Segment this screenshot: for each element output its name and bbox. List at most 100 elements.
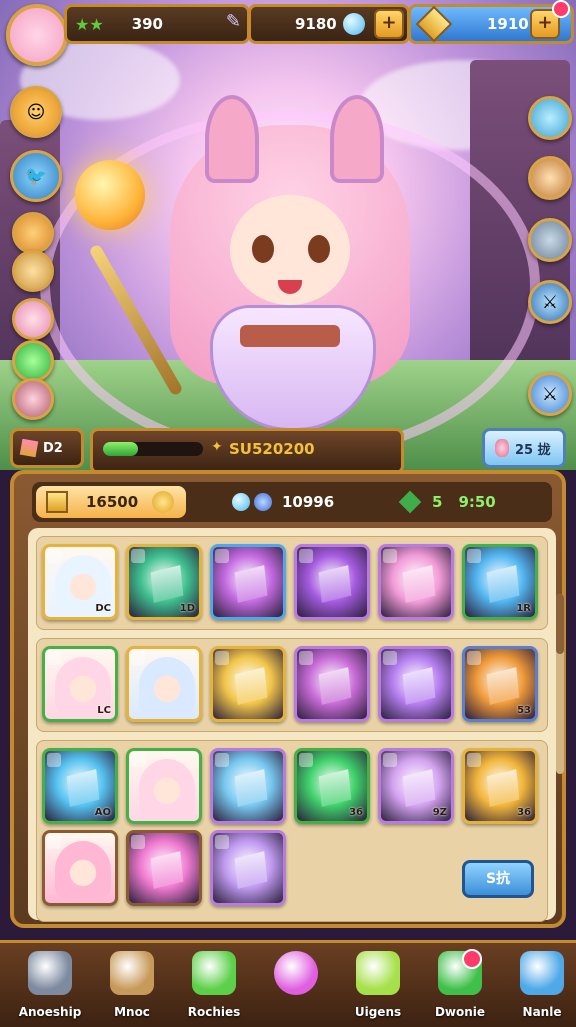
card-corner-badge xyxy=(383,549,397,563)
nav-item[interactable]: Dwonie xyxy=(414,947,506,1025)
pink-gem-button[interactable]: 25 拢 xyxy=(482,428,566,468)
card-corner-badge xyxy=(299,753,313,767)
nav-label: Uigens xyxy=(354,1005,402,1019)
character-card[interactable]: LC xyxy=(42,646,118,722)
nav-notification-dot xyxy=(462,949,482,969)
shard-card[interactable] xyxy=(210,748,286,824)
card-label: 36 xyxy=(349,807,363,818)
crystal-shard-icon xyxy=(305,554,364,615)
star-icon: ★★ xyxy=(75,14,104,34)
feather-icon: ✎ xyxy=(225,11,241,32)
shard-card[interactable] xyxy=(378,646,454,722)
scroll-thumb[interactable] xyxy=(556,594,564,654)
add-gems-button[interactable]: + xyxy=(374,9,404,39)
shard-card[interactable] xyxy=(210,830,286,906)
card-icon xyxy=(520,951,564,995)
card-corner-badge xyxy=(215,835,229,849)
nav-item[interactable]: Uigens xyxy=(332,947,424,1025)
cube-icon xyxy=(110,951,154,995)
character-card[interactable] xyxy=(126,646,202,722)
card-corner-badge xyxy=(47,753,61,767)
card-label: DC xyxy=(95,603,111,614)
stage-indicator[interactable]: D2 xyxy=(10,428,84,468)
sword-icon[interactable]: ⚔ xyxy=(528,280,572,324)
shard-card[interactable] xyxy=(126,830,202,906)
gem-icon xyxy=(342,13,365,35)
nav-item[interactable]: Rochies xyxy=(168,947,260,1025)
crystal-shard-icon xyxy=(221,554,280,615)
nav-label: Dwonie xyxy=(434,1005,486,1019)
bottom-nav: Anoeship Mnoc Rochies Uigens Dwonie Nanle xyxy=(0,940,576,1027)
crystal-shard-icon xyxy=(389,554,448,615)
character-card[interactable]: DC xyxy=(42,544,118,620)
xp-value: SU520200 xyxy=(229,440,315,458)
blade-icon[interactable]: ⚔ xyxy=(528,372,572,416)
inventory-panel: 16500 10996 5 9:50 DC 1D 1R LC 53 AO 36 9Z 36 S抗 xyxy=(10,470,566,928)
shard-card[interactable] xyxy=(210,544,286,620)
hero-dress xyxy=(210,305,376,431)
heart-icon xyxy=(274,951,318,995)
green-orb-icon[interactable] xyxy=(12,340,54,382)
timer-value: 9:50 xyxy=(458,493,496,511)
nav-item[interactable]: Nanle xyxy=(496,947,576,1025)
pet-bird-icon[interactable] xyxy=(528,96,572,140)
pet-icon[interactable] xyxy=(12,212,54,254)
card-corner-badge xyxy=(215,651,229,665)
shard-card[interactable]: AO xyxy=(42,748,118,824)
hero-belt xyxy=(240,325,340,347)
player-avatar[interactable] xyxy=(6,4,68,66)
grid-scrollbar[interactable] xyxy=(556,594,564,774)
nav-item[interactable] xyxy=(250,947,342,1025)
green-value: 5 xyxy=(432,493,443,511)
hero-ear xyxy=(330,95,384,183)
card-label: 1D xyxy=(179,603,195,614)
shard-card[interactable]: 1R xyxy=(462,544,538,620)
friend-icon[interactable] xyxy=(12,378,54,420)
coins-value: 1910 xyxy=(487,15,529,33)
cat-icon[interactable] xyxy=(528,218,572,262)
bird-icon[interactable]: 🐦 xyxy=(10,150,62,202)
cube-icon xyxy=(19,438,39,458)
shard-card[interactable] xyxy=(210,646,286,722)
hero-scene xyxy=(0,0,576,470)
character-card[interactable] xyxy=(126,748,202,824)
smile-icon[interactable]: ☺ xyxy=(10,86,62,138)
companion-icon[interactable] xyxy=(528,156,572,200)
sparkle-icon: ✦ xyxy=(211,439,223,455)
card-label: 36 xyxy=(517,807,531,818)
nav-item[interactable]: Mnoc xyxy=(86,947,178,1025)
shard-card[interactable] xyxy=(294,544,370,620)
hero-ear xyxy=(205,95,259,183)
card-corner-badge xyxy=(47,835,61,849)
card-corner-badge xyxy=(467,651,481,665)
level-value: 390 xyxy=(131,15,163,33)
hero-portrait-icon[interactable] xyxy=(12,298,54,340)
card-corner-badge xyxy=(299,651,313,665)
shard-card[interactable]: 9Z xyxy=(378,748,454,824)
character-card[interactable] xyxy=(42,830,118,906)
crystal-icon xyxy=(254,493,272,511)
crystal-shard-icon xyxy=(221,758,280,819)
character-portrait xyxy=(55,841,111,899)
card-corner-badge xyxy=(215,753,229,767)
gold-icon xyxy=(46,491,68,513)
shard-card[interactable]: 1D xyxy=(126,544,202,620)
card-label: AO xyxy=(94,807,111,818)
xp-progress xyxy=(103,442,203,456)
shard-card[interactable] xyxy=(378,544,454,620)
shard-card[interactable]: 53 xyxy=(462,646,538,722)
card-corner-badge xyxy=(131,835,145,849)
gems-value: 9180 xyxy=(295,15,337,33)
scroll-icon[interactable] xyxy=(12,250,54,292)
card-corner-badge xyxy=(299,549,313,563)
shard-card[interactable]: 36 xyxy=(294,748,370,824)
card-label: LC xyxy=(97,705,111,716)
notification-dot xyxy=(552,0,570,18)
shard-card[interactable]: 36 xyxy=(462,748,538,824)
confirm-button[interactable]: S抗 xyxy=(462,860,534,898)
nav-item[interactable]: Anoeship xyxy=(4,947,96,1025)
gold-value: 16500 xyxy=(86,493,139,511)
shard-card[interactable] xyxy=(294,646,370,722)
magic-orb xyxy=(75,160,145,230)
pink-gem-value: 25 拢 xyxy=(515,442,551,458)
